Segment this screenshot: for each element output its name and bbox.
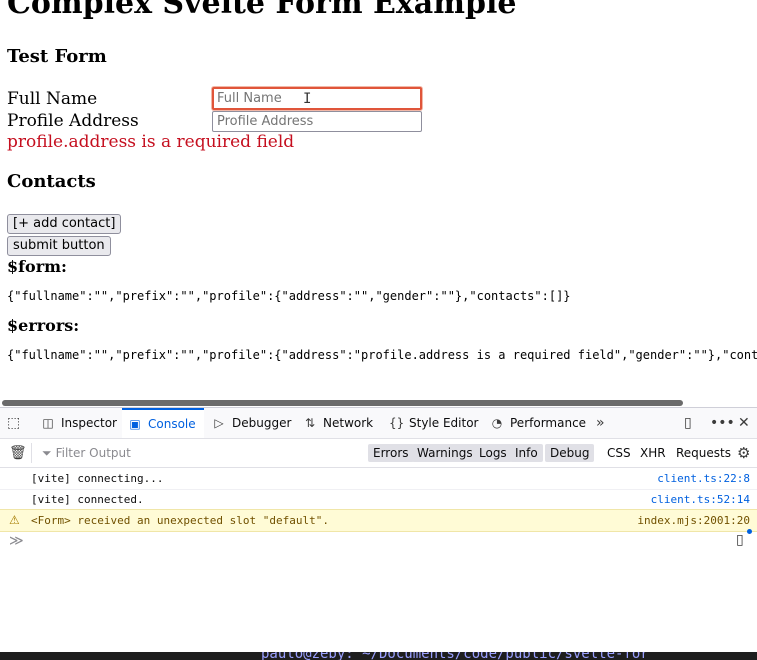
form-heading: Test Form: [7, 46, 107, 67]
fullname-label: Full Name: [7, 89, 98, 109]
tab-console[interactable]: ▣ Console: [122, 408, 204, 438]
filter-input[interactable]: ⏷ Filter Output: [42, 446, 131, 461]
style-editor-icon: {}: [389, 416, 405, 430]
more-tools-icon[interactable]: »: [596, 415, 605, 431]
tab-style-editor[interactable]: {} Style Editor: [389, 408, 478, 438]
message-source-link[interactable]: client.ts:22:8: [657, 472, 750, 485]
console-warning: ⚠ <Form> received an unexpected slot "de…: [0, 509, 757, 532]
form-state-json: {"fullname":"","prefix":"","profile":{"a…: [7, 289, 571, 303]
horizontal-scrollbar[interactable]: [0, 400, 757, 406]
close-icon[interactable]: ✕: [738, 415, 750, 431]
filter-requests-button[interactable]: Requests: [676, 444, 731, 462]
errors-json: {"fullname":"","prefix":"","profile":{"a…: [7, 348, 757, 362]
console-message: [vite] connecting... client.ts:22:8: [0, 468, 757, 490]
address-input[interactable]: [212, 111, 422, 132]
more-options-icon[interactable]: •••: [710, 415, 735, 431]
filter-icon: ⏷: [42, 446, 52, 460]
gear-icon[interactable]: ⚙: [737, 444, 750, 462]
filter-logs-button[interactable]: Logs: [474, 444, 512, 462]
add-contact-button[interactable]: [+ add contact]: [7, 214, 122, 234]
devtools-panel: ⬚ ◫ Inspector ▣ Console ▷ Debugger ⇅ Network…: [0, 407, 757, 653]
address-error: profile.address is a required field: [7, 132, 295, 152]
form-state-heading: $form:: [7, 257, 67, 276]
notification-dot: [747, 529, 752, 534]
responsive-design-icon[interactable]: ▯: [684, 415, 692, 431]
filter-warnings-button[interactable]: Warnings: [412, 444, 478, 462]
debugger-icon: ▷: [214, 416, 224, 430]
message-source-link[interactable]: index.mjs:2001:20: [637, 514, 750, 527]
console-message: [vite] connected. client.ts:52:14: [0, 489, 757, 511]
console-icon: ▣: [129, 417, 141, 431]
filter-xhr-button[interactable]: XHR: [640, 444, 666, 462]
network-icon: ⇅: [304, 416, 316, 430]
errors-heading: $errors:: [7, 316, 80, 335]
pick-element-icon[interactable]: ⬚: [7, 415, 20, 431]
tab-inspector[interactable]: ◫ Inspector: [41, 408, 117, 438]
split-console-icon[interactable]: ▯: [736, 529, 752, 548]
filter-errors-button[interactable]: Errors: [368, 444, 414, 462]
filter-css-button[interactable]: CSS: [607, 444, 631, 462]
page-title: Complex Svelte Form Example: [7, 0, 517, 21]
performance-icon: ◔: [491, 416, 503, 430]
tab-performance[interactable]: ◔ Performance: [490, 408, 586, 438]
tab-debugger[interactable]: ▷ Debugger: [212, 408, 291, 438]
address-label: Profile Address: [7, 111, 139, 131]
fullname-input[interactable]: [212, 87, 422, 110]
scrollbar-thumb[interactable]: [2, 400, 683, 406]
page-content: Complex Svelte Form Example Test Form Fu…: [0, 0, 757, 400]
trash-icon[interactable]: 🗑: [9, 445, 27, 461]
filter-debug-button[interactable]: Debug: [545, 444, 595, 462]
inspector-icon: ◫: [42, 416, 54, 430]
console-filter-bar: 🗑 ⏷ Filter Output Errors Warnings Logs In…: [0, 439, 757, 468]
warning-icon: ⚠: [9, 513, 20, 527]
divider: [31, 443, 32, 463]
terminal-strip: paulo@zeby: ~/Documents/code/public/svel…: [0, 652, 757, 660]
submit-button[interactable]: submit button: [7, 236, 111, 256]
message-source-link[interactable]: client.ts:52:14: [651, 493, 750, 506]
terminal-prompt: paulo@zeby: ~/Documents/code/public/svel…: [261, 652, 649, 660]
tab-network[interactable]: ⇅ Network: [303, 408, 373, 438]
filter-info-button[interactable]: Info: [510, 444, 543, 462]
console-input-prompt-icon[interactable]: ≫: [9, 533, 24, 549]
contacts-heading: Contacts: [7, 171, 96, 192]
devtools-toolbar: ⬚ ◫ Inspector ▣ Console ▷ Debugger ⇅ Network…: [0, 408, 757, 439]
text-cursor-icon: I: [303, 91, 312, 107]
